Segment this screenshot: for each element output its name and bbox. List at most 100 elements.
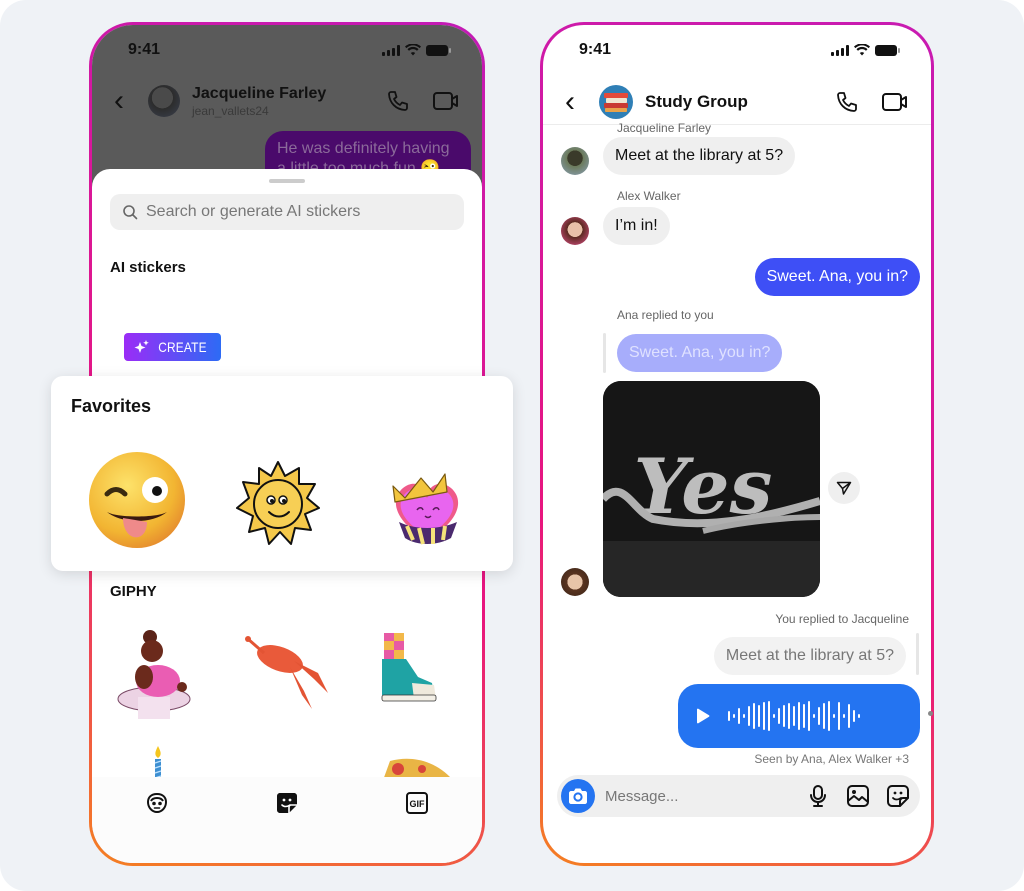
image-icon (847, 785, 869, 807)
sheet-drag-handle[interactable] (269, 179, 305, 183)
voice-waveform (728, 701, 860, 731)
right-phone-screen: 9:41 ‹ Study Group Jacqueline Farley Mee… (543, 25, 931, 863)
waveform-bar (733, 714, 735, 718)
chat-header: ‹ Study Group (543, 79, 931, 125)
waveform-bar (793, 706, 795, 726)
back-button[interactable]: ‹ (114, 86, 144, 116)
camera-button[interactable] (561, 779, 595, 813)
quoted-message-bubble[interactable]: Sweet. Ana, you in? (617, 334, 783, 372)
search-icon (123, 205, 138, 220)
waveform-bar (753, 703, 755, 729)
message-bubble[interactable]: Sweet. Ana, you in? (754, 258, 920, 296)
sender-name: Alex Walker (617, 189, 681, 203)
sparkle-icon (134, 340, 149, 353)
waveform-bar (838, 702, 840, 730)
dancing-ballerina-sticker[interactable] (116, 629, 196, 726)
share-button[interactable] (828, 472, 860, 504)
waveform-bar (778, 708, 780, 724)
sticker-bottom-tabs: GIF (92, 777, 482, 863)
group-avatar[interactable] (599, 84, 633, 119)
sticker-search-input[interactable]: Search or generate AI stickers (110, 194, 464, 230)
waveform-bar (833, 714, 835, 718)
waveform-bar (763, 702, 765, 730)
send-icon (836, 481, 852, 495)
group-name[interactable]: Study Group (645, 92, 813, 112)
play-icon[interactable] (696, 708, 710, 724)
status-bar: 9:41 (543, 25, 931, 75)
gallery-button[interactable] (844, 782, 872, 810)
contact-avatar[interactable] (148, 85, 180, 117)
create-label: CREATE (158, 339, 207, 355)
right-phone-frame: 9:41 ‹ Study Group Jacqueline Farley Mee… (540, 22, 934, 866)
voice-message-bubble[interactable] (678, 684, 920, 748)
status-time: 9:41 (128, 41, 161, 58)
video-call-button[interactable] (881, 88, 909, 116)
waveform-bar (823, 703, 825, 729)
avatar-tab[interactable] (143, 791, 171, 819)
gif-tab[interactable]: GIF (403, 791, 431, 819)
waveform-bar (853, 710, 855, 722)
waveform-bar (803, 704, 805, 728)
waveform-bar (738, 708, 740, 724)
create-ai-sticker-button[interactable]: CREATE (124, 333, 221, 361)
stickers-tab[interactable] (273, 791, 301, 819)
waveform-bar (748, 706, 750, 726)
waveform-bar (773, 714, 775, 718)
sneaker-sticker[interactable] (376, 633, 446, 720)
video-camera-icon (433, 92, 458, 110)
chat-header: ‹ Jacqueline Farley jean_vallets24 (92, 77, 482, 125)
winking-tongue-emoji-sticker[interactable] (87, 452, 187, 557)
waveform-bar (728, 711, 730, 721)
quoted-message-bubble[interactable]: Meet at the library at 5? (713, 637, 906, 675)
wifi-icon (405, 44, 421, 56)
back-button[interactable]: ‹ (565, 86, 595, 117)
books-icon (604, 92, 628, 112)
avatar[interactable] (561, 217, 589, 245)
wifi-icon (854, 44, 870, 56)
avatar[interactable] (561, 147, 589, 175)
waveform-bar (828, 701, 830, 731)
message-input[interactable]: Message... (605, 788, 792, 805)
status-bar: 9:41 (92, 25, 482, 75)
video-call-button[interactable] (432, 87, 460, 115)
status-time: 9:41 (579, 41, 612, 58)
message-bubble[interactable]: Meet at the library at 5? (603, 137, 796, 175)
avatar-icon (146, 792, 168, 814)
waveform-bar (798, 702, 800, 730)
waveform-bar (768, 701, 770, 731)
waveform-bar (848, 704, 850, 728)
lobster-sticker[interactable] (242, 635, 332, 716)
smiling-sun-sticker[interactable] (235, 460, 321, 551)
reply-label: Ana replied to you (617, 308, 714, 322)
waveform-bar (858, 714, 860, 718)
sticker-icon (887, 785, 909, 807)
contact-name[interactable]: Jacqueline Farley (192, 85, 364, 103)
search-placeholder: Search or generate AI stickers (146, 203, 361, 220)
phone-call-button[interactable] (833, 88, 861, 116)
phone-call-button[interactable] (384, 87, 412, 115)
scroll-indicator (928, 711, 933, 716)
avatar[interactable] (561, 568, 589, 596)
yes-photo-message[interactable]: Yes (603, 381, 820, 597)
sender-name: Jacqueline Farley (617, 121, 712, 135)
signal-icon (831, 44, 849, 56)
gif-label: GIF (410, 799, 426, 809)
microphone-button[interactable] (804, 782, 832, 810)
giphy-heading: GIPHY (110, 583, 157, 600)
waveform-bar (743, 714, 745, 718)
sticker-button[interactable] (884, 782, 912, 810)
crowned-heart-sticker[interactable] (385, 468, 469, 553)
favorites-heading: Favorites (71, 396, 152, 416)
video-camera-icon (882, 92, 907, 111)
message-bubble[interactable]: I’m in! (603, 207, 670, 245)
seen-status: Seen by Ana, Alex Walker +3 (754, 752, 909, 766)
waveform-bar (813, 714, 815, 718)
waveform-bar (808, 701, 810, 731)
favorites-card: Favorites (51, 376, 513, 571)
reply-label: You replied to Jacqueline (775, 612, 909, 626)
gif-icon: GIF (406, 792, 428, 814)
waveform-bar (758, 705, 760, 727)
battery-icon (875, 44, 900, 56)
reply-bar (916, 633, 919, 675)
waveform-bar (788, 703, 790, 729)
